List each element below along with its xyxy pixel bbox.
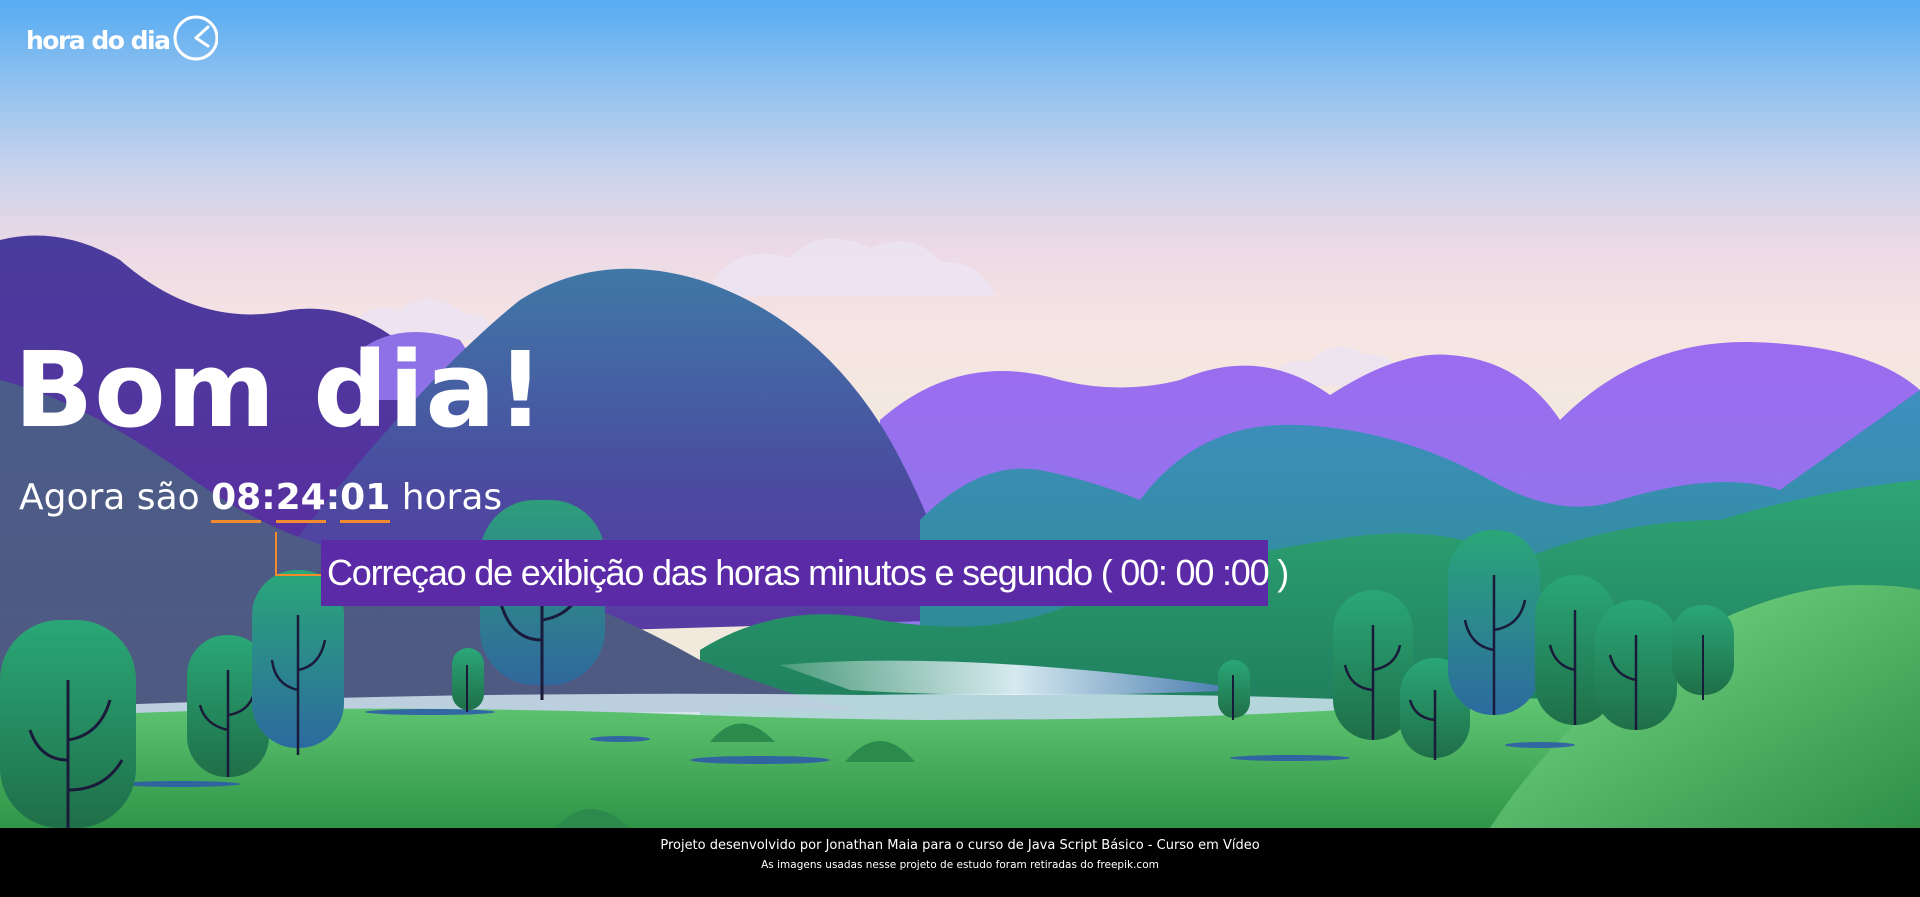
- time-minutes: 24: [275, 477, 326, 523]
- logo[interactable]: hora do dia: [26, 14, 218, 66]
- time-seconds: 01: [340, 477, 391, 523]
- time-prefix: Agora são: [19, 477, 200, 518]
- callout-connector: [275, 532, 323, 576]
- current-time-line: Agora são 08:24:01 horas: [19, 477, 503, 523]
- time-separator: :: [325, 477, 341, 518]
- greeting-heading: Bom dia!: [14, 329, 545, 451]
- correction-callout: Correçao de exibição das horas minutos e…: [321, 540, 1289, 606]
- logo-text: hora do dia: [26, 25, 171, 55]
- time-separator: :: [261, 477, 276, 518]
- time-suffix: horas: [401, 477, 503, 518]
- footer-image-credit: As imagens usadas nesse projeto de estud…: [761, 859, 1159, 871]
- footer: Projeto desenvolvido por Jonathan Maia p…: [0, 828, 1920, 897]
- footer-credit: Projeto desenvolvido por Jonathan Maia p…: [660, 838, 1260, 853]
- time-hours: 08: [211, 477, 262, 523]
- callout-text: Correçao de exibição das horas minutos e…: [327, 552, 1289, 593]
- clock-icon: [172, 12, 218, 68]
- time-display: 08:24:01: [211, 477, 391, 523]
